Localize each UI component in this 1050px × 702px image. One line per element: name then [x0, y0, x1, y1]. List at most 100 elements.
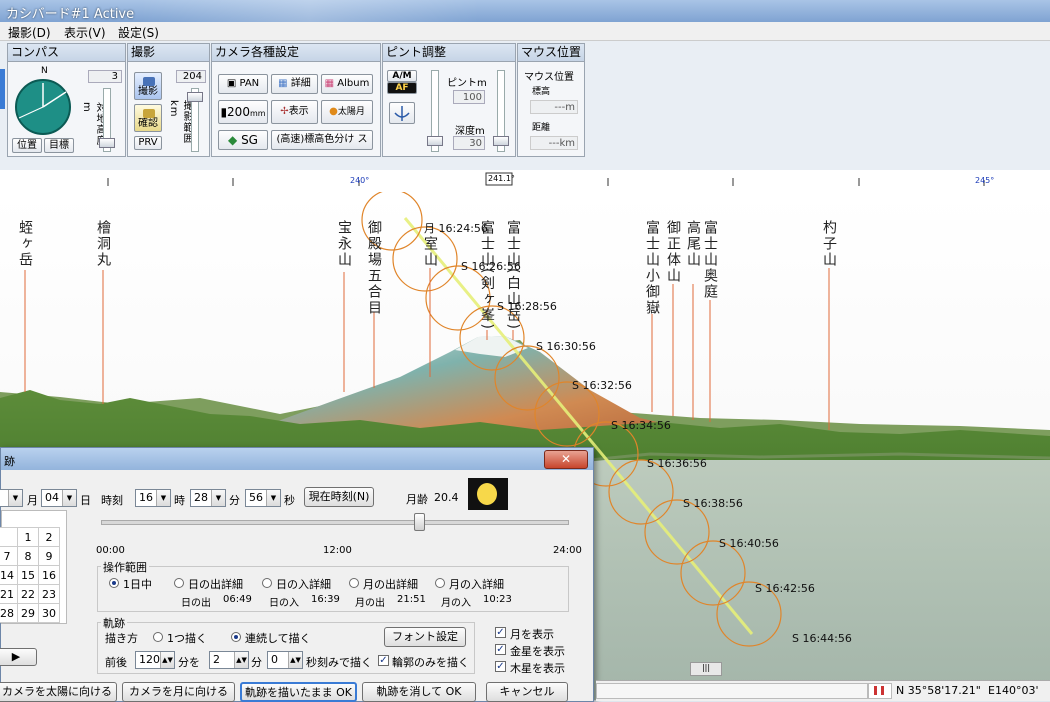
lens-button[interactable]: ▮200mm: [218, 100, 268, 124]
focus-distance-field[interactable]: 100: [453, 90, 485, 104]
range-moonset-radio[interactable]: [435, 578, 445, 588]
calendar-day[interactable]: 28: [0, 603, 18, 623]
day-select[interactable]: 04 ▼: [41, 489, 77, 507]
sun-track-label: S 16:42:56: [755, 582, 815, 595]
calendar-day[interactable]: 21: [0, 584, 18, 604]
month-select[interactable]: ▼: [0, 489, 23, 507]
check-button[interactable]: 確認: [134, 104, 162, 132]
menu-shoot[interactable]: 撮影(D): [8, 24, 51, 41]
calendar-day[interactable]: 15: [17, 565, 39, 585]
pan-button[interactable]: ▣ PAN: [218, 74, 268, 94]
show-venus-checkbox[interactable]: ✓: [495, 644, 506, 655]
shoot-button-label: 撮影: [138, 86, 158, 97]
play-button[interactable]: ▶: [0, 648, 37, 666]
render-mode-button[interactable]: (高速)標高色分け ス: [271, 130, 373, 150]
cancel-button[interactable]: キャンセル: [486, 682, 568, 702]
display-button[interactable]: ✢表示: [271, 100, 318, 124]
calendar-day[interactable]: [0, 527, 18, 547]
calendar-day[interactable]: 2: [38, 527, 60, 547]
sg-button[interactable]: ◆ SG: [218, 130, 268, 150]
show-moon-label: 月を表示: [510, 628, 554, 641]
point-camera-moon-button[interactable]: カメラを月に向ける: [122, 682, 235, 702]
position-button[interactable]: 位置: [12, 138, 42, 153]
focus-title: ピント調整: [383, 44, 515, 62]
second-select[interactable]: 56 ▼: [245, 489, 281, 507]
calendar-day[interactable]: 7: [0, 546, 18, 566]
sunmoon-button[interactable]: ●太陽月: [321, 100, 373, 124]
crosshair-icon: [394, 106, 410, 121]
mountain-label: 富士山奥庭: [702, 220, 718, 300]
horizontal-scroll-thumb[interactable]: |||: [690, 662, 722, 676]
minute-select[interactable]: 28 ▼: [190, 489, 226, 507]
ok-clear-track-button[interactable]: 軌跡を消して OK: [362, 682, 476, 702]
hour-select[interactable]: 16 ▼: [135, 489, 171, 507]
show-venus-label: 金星を表示: [510, 645, 565, 658]
shoot-button[interactable]: 撮影: [134, 72, 162, 100]
am-toggle-button[interactable]: A/M: [387, 70, 417, 82]
depth-field[interactable]: 30: [453, 136, 485, 150]
current-time-button[interactable]: 現在時刻(N): [304, 487, 374, 507]
time-slider-track[interactable]: [101, 520, 569, 525]
toolbar: コンパス N 3 対地高度m 位置 目標 撮影 204 撮影 確認 PRV 撮影…: [0, 41, 1050, 171]
menu-settings[interactable]: 設定(S): [118, 24, 159, 41]
step-minutes-spinner[interactable]: 2 ▲▼: [209, 651, 249, 669]
album-label: Album: [337, 78, 370, 89]
calendar-day[interactable]: 1: [17, 527, 39, 547]
time-slider-thumb[interactable]: [414, 513, 425, 531]
mouse-alt-title: マウス位置: [524, 72, 574, 83]
mountain-label: 杓子山: [821, 220, 837, 268]
range-all-day-radio[interactable]: [109, 578, 119, 588]
range-sunrise-radio[interactable]: [174, 578, 184, 588]
azimuth-ruler[interactable]: 240° 241.1° 245°: [0, 170, 1050, 193]
draw-once-radio[interactable]: [153, 632, 163, 642]
calendar[interactable]: 12 789 14 15 16 21 22 23 28 29 30: [0, 510, 67, 624]
album-button[interactable]: ▦ Album: [321, 74, 373, 94]
focus-slider-thumb[interactable]: [427, 136, 443, 146]
detail-button[interactable]: ▦ 詳細: [271, 74, 318, 94]
status-bar: N 35°58'17.21" E140°03': [596, 680, 1050, 701]
camera-settings-group: カメラ各種設定 ▣ PAN ▦ 詳細 ▦ Album ▮200mm ✢表示 ●太…: [211, 43, 381, 157]
af-toggle-button[interactable]: AF: [387, 82, 417, 94]
mouse-alt-value: ---m: [530, 100, 578, 114]
font-settings-button[interactable]: フォント設定: [384, 627, 466, 647]
calendar-day[interactable]: 22: [17, 584, 39, 604]
status-left-pane: [596, 683, 868, 699]
timeline-mid: 12:00: [323, 545, 352, 556]
outline-only-checkbox[interactable]: ✓: [378, 655, 389, 666]
range-moonrise-label: 月の出詳細: [363, 578, 418, 591]
calendar-day[interactable]: 30: [38, 603, 60, 623]
calendar-day[interactable]: 29: [17, 603, 39, 623]
display-label: 表示: [288, 106, 309, 117]
range-minutes-spinner[interactable]: 120 ▲▼: [135, 651, 175, 669]
track-dialog: 跡 ✕ ▼ 月 04 ▼ 日 時刻 16 ▼ 時 28 ▼ 分 56 ▼ 秒 現在時刻(…: [0, 447, 594, 702]
range-moonrise-radio[interactable]: [349, 578, 359, 588]
calendar-day[interactable]: 8: [17, 546, 39, 566]
preview-button[interactable]: PRV: [134, 136, 162, 150]
range-sunset-radio[interactable]: [262, 578, 272, 588]
compass-title: コンパス: [8, 44, 125, 62]
detail-label: 詳細: [290, 78, 311, 89]
point-camera-sun-button[interactable]: カメラを太陽に向ける: [0, 682, 117, 702]
show-jupiter-checkbox[interactable]: ✓: [495, 661, 506, 672]
altitude-slider-thumb[interactable]: [99, 138, 115, 148]
compass-dial-icon[interactable]: [14, 78, 72, 136]
sun-track-label: S 16:38:56: [683, 497, 743, 510]
timeline-start: 00:00: [96, 545, 125, 556]
show-moon-checkbox[interactable]: ✓: [495, 627, 506, 638]
calendar-day[interactable]: 23: [38, 584, 60, 604]
ok-keep-track-button[interactable]: 軌跡を描いたまま OK: [240, 682, 357, 702]
calendar-day[interactable]: 14: [0, 565, 18, 585]
draw-continuous-radio[interactable]: [231, 632, 241, 642]
menu-view[interactable]: 表示(V): [64, 24, 106, 41]
sun-track-label: S 16:44:56: [792, 632, 852, 645]
album-icon: ▦: [324, 78, 335, 89]
close-button[interactable]: ✕: [544, 450, 588, 469]
calendar-day[interactable]: 9: [38, 546, 60, 566]
shoot-range-slider-thumb[interactable]: [187, 92, 203, 102]
target-button[interactable]: 目標: [44, 138, 74, 153]
focus-target-button[interactable]: [389, 102, 415, 124]
step-seconds-spinner[interactable]: 0 ▲▼: [267, 651, 303, 669]
depth-slider-thumb[interactable]: [493, 136, 509, 146]
calendar-day[interactable]: 16: [38, 565, 60, 585]
altitude-value: 3: [88, 70, 122, 83]
